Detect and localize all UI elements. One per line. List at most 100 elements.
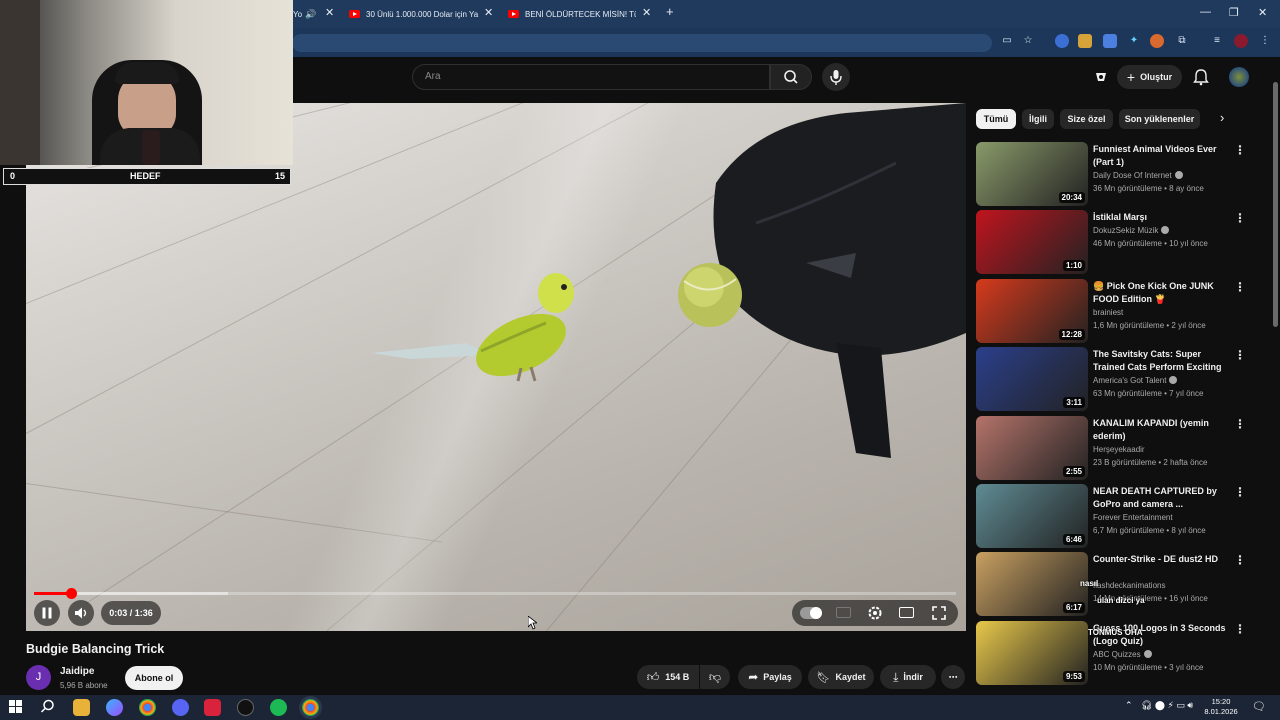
discord-icon[interactable] — [172, 699, 189, 716]
volume-button[interactable] — [68, 600, 94, 626]
recommendation-title[interactable]: KANALIM KAPANDI (yemin ederim) — [1093, 417, 1231, 443]
recommendation-channel[interactable]: Daily Dose Of Internet — [1093, 171, 1183, 180]
scrollbar-thumb[interactable] — [1273, 82, 1278, 327]
address-bar[interactable] — [292, 34, 992, 52]
recommendation-channel[interactable]: Forever Entertainment — [1093, 513, 1173, 522]
video-thumbnail[interactable]: 20:34 — [976, 142, 1088, 206]
save-button[interactable]: 🔖︎ Kaydet — [808, 665, 874, 689]
more-vertical-icon[interactable]: ⋮ — [1234, 622, 1246, 636]
more-vertical-icon[interactable]: ⋮ — [1234, 211, 1246, 225]
subtitles-icon[interactable] — [836, 607, 851, 618]
tray-icons[interactable]: 🎧︎ ⬤ ⚡ ▭ 🔊︎ — [1141, 700, 1193, 711]
autoplay-toggle[interactable] — [800, 607, 822, 619]
chip-recently-uploaded[interactable]: Son yüklenenler — [1119, 109, 1200, 129]
extension-icon[interactable] — [1150, 34, 1164, 48]
bookmark-star-icon[interactable]: ☆ — [1021, 34, 1035, 48]
like-button[interactable]: 👍︎ 154 B — [637, 665, 699, 689]
progress-scrubber[interactable] — [65, 588, 77, 599]
more-vertical-icon[interactable]: ⋮ — [1234, 417, 1246, 431]
recommendation-title[interactable]: 🍔 Pick One Kick One JUNK FOOD Edition 🍟 — [1093, 280, 1231, 306]
recommendation-item[interactable]: 6:17 Counter-Strike - DE dust2 HD flashdec… — [976, 552, 1276, 616]
recommendation-channel[interactable]: brainiest — [1093, 308, 1123, 317]
taskbar-search-icon[interactable] — [40, 699, 55, 714]
obs-icon[interactable] — [237, 699, 254, 716]
recommendation-title[interactable]: İstiklal Marşı — [1093, 211, 1231, 224]
video-thumbnail[interactable]: 9:53 — [976, 621, 1088, 685]
recommendation-title[interactable]: Counter-Strike - DE dust2 HD — [1093, 553, 1231, 566]
share-button[interactable]: ➦ Paylaş — [738, 665, 802, 689]
create-button[interactable]: + Oluştur — [1117, 65, 1182, 89]
spotify-icon[interactable] — [270, 699, 287, 716]
puzzle-icon[interactable]: ⧉ — [1175, 34, 1189, 48]
more-vertical-icon[interactable]: ⋮ — [1234, 485, 1246, 499]
channel-name[interactable]: Jaidipe — [60, 666, 94, 677]
account-avatar[interactable] — [1229, 67, 1249, 87]
chip-for-you[interactable]: Size özel — [1060, 109, 1113, 129]
pause-button[interactable] — [34, 600, 60, 626]
dislike-button[interactable]: 👎︎ — [700, 665, 730, 689]
video-thumbnail[interactable]: 12:28 — [976, 279, 1088, 343]
search-button[interactable] — [770, 64, 812, 90]
search-input[interactable]: Ara — [412, 64, 770, 90]
close-tab-icon[interactable]: ✕ — [484, 6, 493, 19]
recommendation-item[interactable]: 1:10 İstiklal Marşı DokuzSekiz Müzik 46 Mn … — [976, 210, 1276, 274]
reading-list-icon[interactable]: ≡ — [1210, 34, 1224, 48]
download-button[interactable]: ⤓ İndir — [880, 665, 936, 689]
recommendation-item[interactable]: 20:34 Funniest Animal Videos Ever (Part 1… — [976, 142, 1276, 206]
voice-search-button[interactable] — [822, 63, 850, 91]
chrome-icon[interactable] — [139, 699, 156, 716]
recommendation-item[interactable]: 6:46 NEAR DEATH CAPTURED by GoPro and cam… — [976, 484, 1276, 548]
recommendation-item[interactable]: 3:11 The Savitsky Cats: Super Trained Cat… — [976, 347, 1276, 411]
windows-start-icon[interactable] — [9, 700, 22, 713]
chip-all[interactable]: Tümü — [976, 109, 1016, 129]
profile-avatar[interactable] — [1234, 34, 1248, 48]
video-thumbnail[interactable]: 3:11 — [976, 347, 1088, 411]
more-vertical-icon[interactable]: ⋮ — [1234, 348, 1246, 362]
miniplayer-icon[interactable] — [899, 607, 914, 618]
tray-chevron-icon[interactable]: ⌃ — [1125, 700, 1133, 711]
fullscreen-icon[interactable] — [932, 606, 946, 620]
video-thumbnail[interactable]: 6:17 — [976, 552, 1088, 616]
extension-icon[interactable] — [1078, 34, 1092, 48]
recommendation-item[interactable]: 12:28 🍔 Pick One Kick One JUNK FOOD Editi… — [976, 279, 1276, 343]
close-tab-icon[interactable]: ✕ — [642, 6, 651, 19]
cast-icon[interactable]: ▭ — [1000, 34, 1014, 48]
progress-bar[interactable] — [34, 588, 956, 599]
close-tab-icon[interactable]: ✕ — [325, 6, 334, 19]
extension-icon[interactable]: ✦ — [1127, 34, 1141, 48]
subscribe-button[interactable]: Abone ol — [125, 666, 183, 690]
chip-related[interactable]: İlgili — [1022, 109, 1054, 129]
taskbar-clock[interactable]: 15:20 8.01.2026 — [1200, 697, 1242, 717]
chevron-right-icon[interactable]: › — [1220, 110, 1224, 125]
settings-gear-icon[interactable] — [867, 605, 883, 621]
notifications-bell-icon[interactable] — [1193, 68, 1209, 86]
minimize-button[interactable]: — — [1200, 6, 1211, 18]
file-explorer-icon[interactable] — [73, 699, 90, 716]
recommendation-item[interactable]: 2:55 KANALIM KAPANDI (yemin ederim) Herşey… — [976, 416, 1276, 480]
browser-tab[interactable]: 30 Ünlü 1.000.000 Dolar için Ya — [349, 3, 479, 25]
recommendation-title[interactable]: NEAR DEATH CAPTURED by GoPro and camera … — [1093, 485, 1231, 511]
notification-center-icon[interactable]: 🗨︎ — [1252, 700, 1266, 713]
recommendation-channel[interactable]: DokuzSekiz Müzik — [1093, 226, 1170, 235]
new-tab-button[interactable]: + — [666, 4, 674, 19]
more-vertical-icon[interactable]: ⋮ — [1234, 143, 1246, 157]
video-thumbnail[interactable]: 1:10 — [976, 210, 1088, 274]
browser-menu-icon[interactable]: ⋮ — [1258, 34, 1272, 48]
more-actions-button[interactable]: ⋯ — [941, 665, 965, 689]
more-vertical-icon[interactable]: ⋮ — [1234, 280, 1246, 294]
extension-icon[interactable] — [1103, 34, 1117, 48]
recommendation-title[interactable]: Funniest Animal Videos Ever (Part 1) — [1093, 143, 1231, 169]
recommendation-channel[interactable]: ABC Quizzes — [1093, 650, 1152, 659]
copilot-icon[interactable] — [106, 699, 123, 716]
video-thumbnail[interactable]: 6:46 — [976, 484, 1088, 548]
channel-avatar[interactable]: J — [26, 665, 51, 690]
recommendation-channel[interactable]: America's Got Talent — [1093, 376, 1178, 385]
app-icon[interactable] — [204, 699, 221, 716]
chrome-active-icon[interactable] — [302, 699, 319, 716]
browser-tab[interactable]: Yo 🔊 — [293, 3, 321, 25]
premium-icon[interactable] — [1093, 69, 1109, 85]
window-close-button[interactable]: ✕ — [1258, 6, 1267, 19]
recommendation-title[interactable]: The Savitsky Cats: Super Trained Cats Pe… — [1093, 348, 1231, 375]
browser-tab[interactable]: BENİ ÖLDÜRTECEK MİSİN! Türk — [508, 3, 636, 25]
restore-button[interactable]: ❐ — [1229, 6, 1239, 19]
